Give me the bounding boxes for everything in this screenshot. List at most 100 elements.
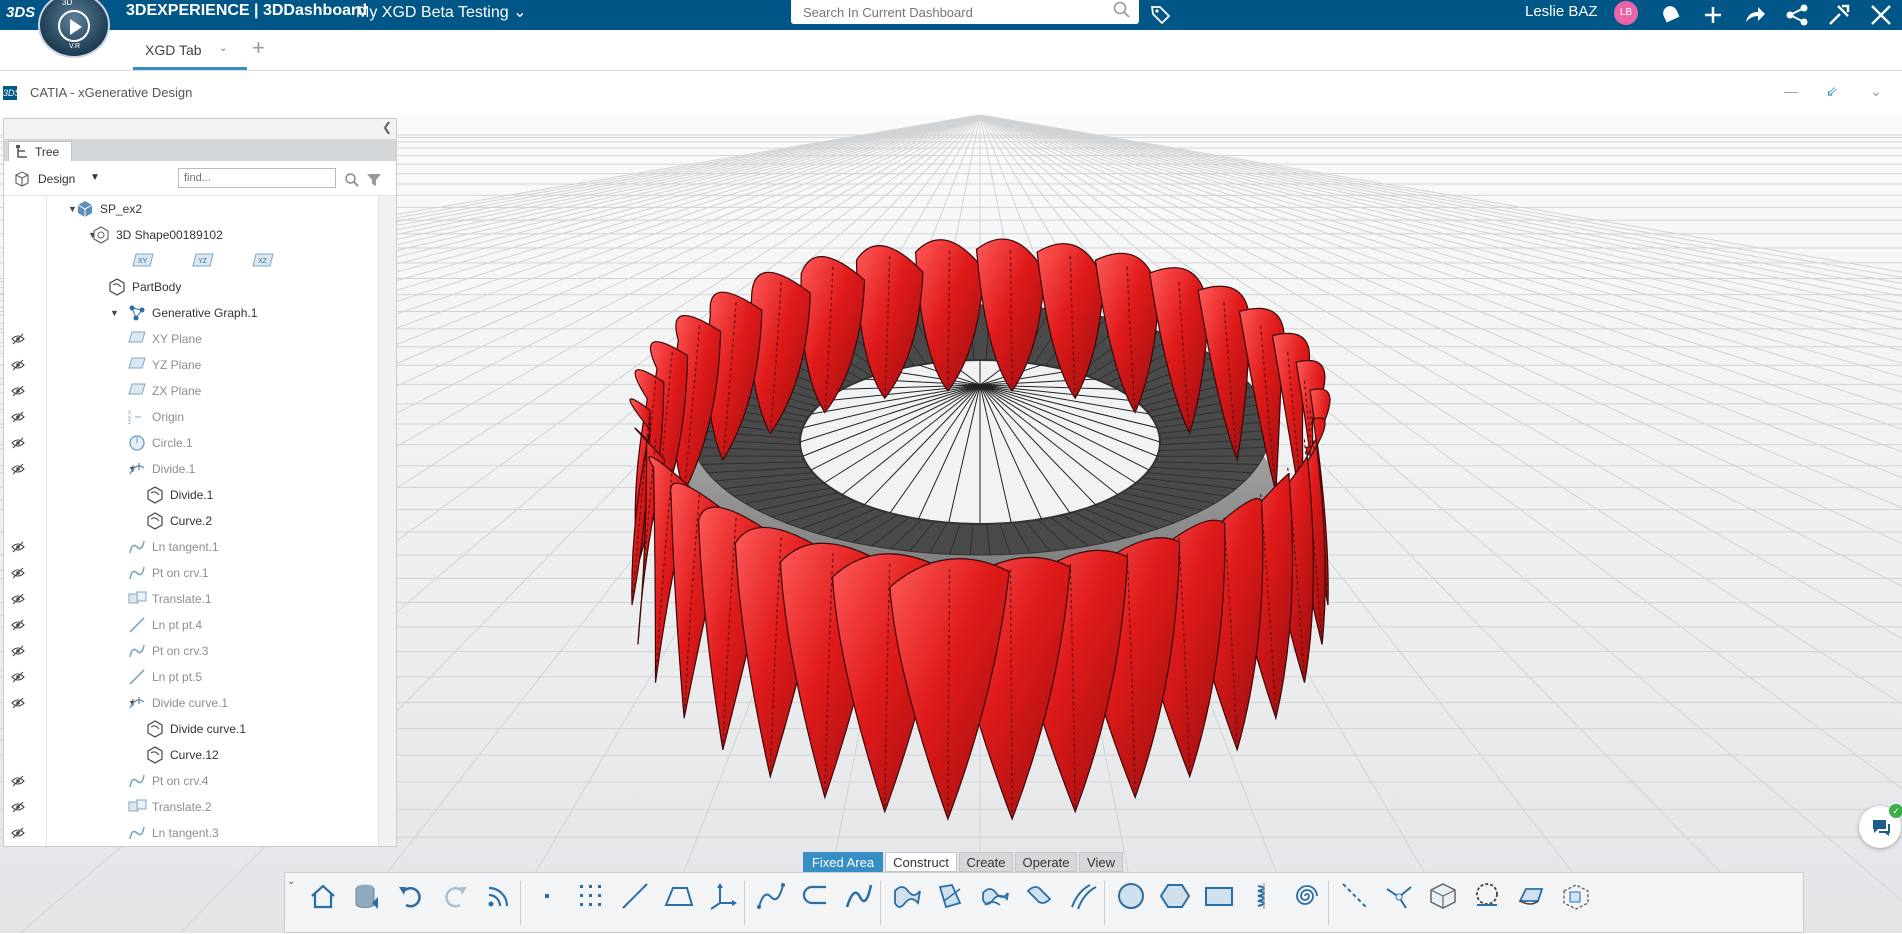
tree-node[interactable]: ▼SP_ex2 [4,196,376,222]
network-share-icon[interactable] [1784,2,1810,33]
tree-node[interactable]: Circle.1 [4,430,376,456]
tree-node[interactable]: ▼3D Shape00189102 [4,222,376,248]
chevron-down-icon[interactable]: ⌄ [219,43,227,54]
tree-node[interactable]: ▼Generative Graph.1 [4,300,376,326]
surface-blend-icon[interactable] [931,873,971,934]
tree-node[interactable]: Pt on crv.4 [4,768,376,794]
tree-node[interactable]: Ln tangent.3 [4,820,376,846]
point-grid-icon[interactable] [571,873,611,934]
surface-sweep-icon[interactable] [1019,873,1059,934]
hidden-eye-icon[interactable] [11,567,25,582]
tree-node[interactable]: XY Plane [4,326,376,352]
tree-node[interactable]: PartBody [4,274,376,300]
find-input[interactable] [178,168,336,188]
chevron-down-icon[interactable]: ⌄ [1870,83,1882,100]
redo-icon[interactable] [435,873,475,934]
tree-node[interactable]: Ln pt pt.4 [4,612,376,638]
bell-icon[interactable] [1658,2,1684,33]
tab-operate[interactable]: Operate [1015,852,1077,872]
tab-construct[interactable]: Construct [885,852,957,872]
tree-node[interactable]: Pt on crv.3 [4,638,376,664]
tree-node[interactable]: Curve.2 [4,508,376,534]
hidden-eye-icon[interactable] [11,645,25,660]
tree-node[interactable]: ▼Divide.1 [4,456,376,482]
hidden-eye-icon[interactable] [11,333,25,348]
dashboard-title-dropdown[interactable]: My XGD Beta Testing ⌄ [356,2,527,22]
hidden-eye-icon[interactable] [11,463,25,478]
hidden-eye-icon[interactable] [11,411,25,426]
helix-icon[interactable] [1243,873,1283,934]
parallel-curves-icon[interactable] [1063,873,1103,934]
plane-shortcut-icon[interactable]: YZ [192,252,214,271]
tag-icon[interactable] [1150,4,1172,29]
hidden-eye-icon[interactable] [11,775,25,790]
hidden-eye-icon[interactable] [11,593,25,608]
hidden-eye-icon[interactable] [11,801,25,816]
tree-node[interactable]: YZ Plane [4,352,376,378]
tree-node[interactable]: Translate.2 [4,794,376,820]
search-icon[interactable] [1113,1,1131,24]
hidden-eye-icon[interactable] [11,671,25,686]
hexagon-icon[interactable] [1155,873,1195,934]
line-icon[interactable] [615,873,655,934]
share-arrow-icon[interactable] [1742,2,1768,33]
spiral-icon[interactable] [1287,873,1327,934]
plus-icon[interactable] [1700,2,1726,33]
tab-tree[interactable]: Tree [8,141,72,161]
tree-node[interactable]: Divide.1 [4,482,376,508]
hidden-eye-icon[interactable] [11,437,25,452]
ds-logo[interactable]: 3DS [6,4,35,21]
add-tab-icon[interactable]: + [252,35,265,61]
tree-scrollbar[interactable] [378,196,397,846]
tab-xgd[interactable]: XGD Tab ⌄ [133,30,247,70]
circle-icon[interactable] [1111,873,1151,934]
feed-icon[interactable] [479,873,519,934]
tree-node[interactable]: Divide curve.1 [4,716,376,742]
hidden-eye-icon[interactable] [11,359,25,374]
extrude-icon[interactable] [1511,873,1551,934]
expand-toolbar-icon[interactable]: ⌄ [287,876,295,887]
avatar[interactable]: LB [1614,1,1638,25]
tools-icon[interactable] [1826,2,1852,33]
tree-node[interactable]: ZX Plane [4,378,376,404]
solid-icon[interactable] [1423,873,1463,934]
undo-icon[interactable] [391,873,431,934]
chat-button[interactable]: ✓ [1859,806,1901,848]
home-icon[interactable] [303,873,343,934]
hidden-eye-icon[interactable] [11,385,25,400]
plane-icon[interactable] [659,873,699,934]
point-icon[interactable] [527,873,567,934]
axis-icon[interactable] [703,873,743,934]
surface-fill-icon[interactable] [887,873,927,934]
tab-fixed-area[interactable]: Fixed Area [803,852,883,872]
help-icon[interactable] [1868,2,1894,33]
tree-node[interactable]: Pt on crv.1 [4,560,376,586]
tree-node[interactable]: Translate.1 [4,586,376,612]
sweep-curve-icon[interactable] [839,873,879,934]
tree-node[interactable]: Ln tangent.1 [4,534,376,560]
search-input[interactable] [801,0,1105,24]
view-mode-dropdown-icon[interactable]: ▼ [90,172,100,183]
hidden-eye-icon[interactable] [11,697,25,712]
connect-curve-icon[interactable] [795,873,835,934]
plane-shortcut-icon[interactable]: XZ [252,252,274,271]
filter-icon[interactable] [366,172,382,193]
transform-icon[interactable] [1555,873,1595,934]
tree-node[interactable]: xyzOrigin [4,404,376,430]
tree-node[interactable]: ▼Divide curve.1 [4,690,376,716]
hidden-eye-icon[interactable] [11,541,25,556]
surface-offset-icon[interactable] [975,873,1015,934]
hidden-eye-icon[interactable] [11,619,25,634]
branch-icon[interactable] [1379,873,1419,934]
divide-line-icon[interactable] [1335,873,1375,934]
tree-node[interactable]: Ln pt pt.5 [4,664,376,690]
view-mode-label[interactable]: Design [38,172,75,186]
restore-icon[interactable]: ⇙ [1826,83,1838,100]
expand-toggle-icon[interactable]: ▼ [110,308,119,318]
tree-node[interactable]: XYYZXZ [4,248,376,274]
user-name[interactable]: Leslie BAZ [1525,3,1598,20]
search-box[interactable] [791,0,1139,24]
project-icon[interactable] [1467,873,1507,934]
search-icon[interactable] [344,172,360,193]
rectangle-icon[interactable] [1199,873,1239,934]
